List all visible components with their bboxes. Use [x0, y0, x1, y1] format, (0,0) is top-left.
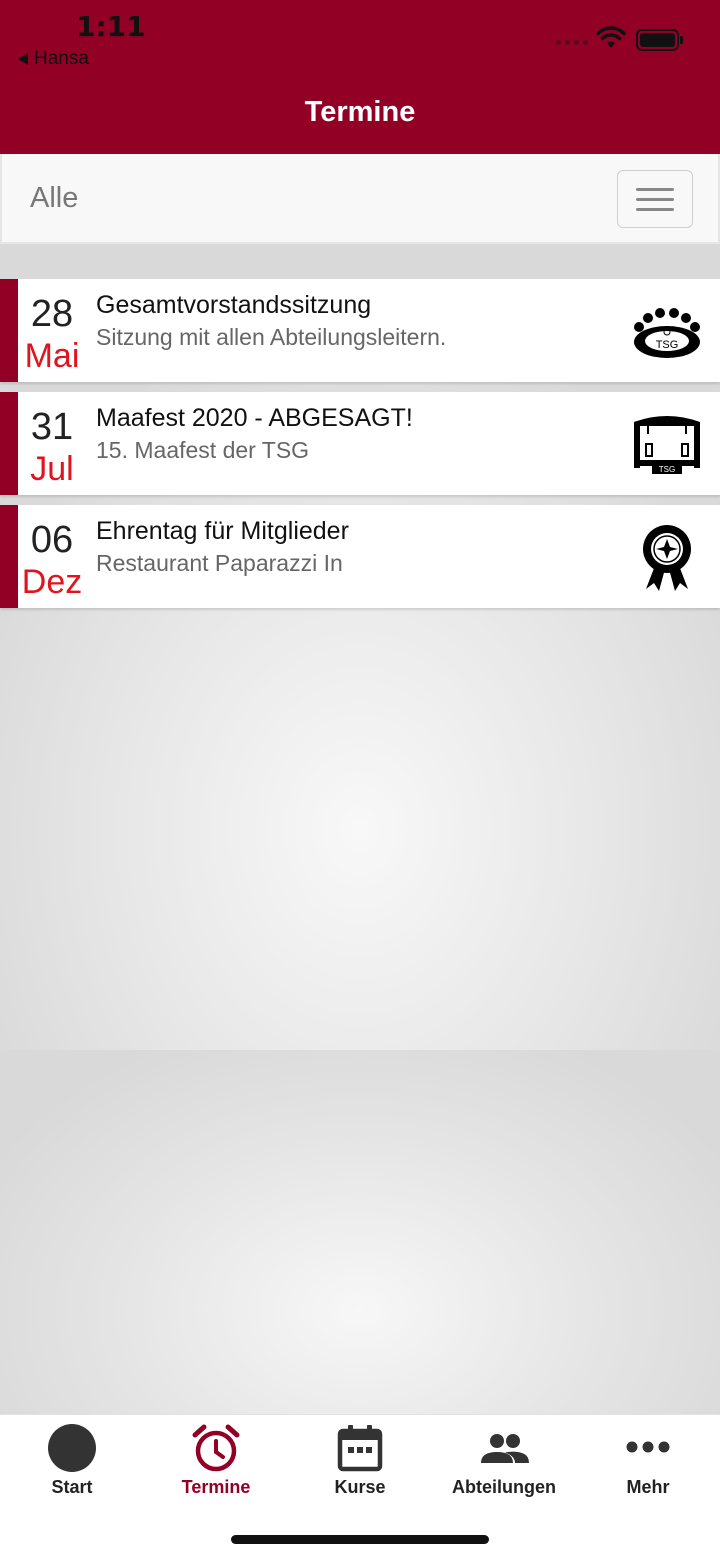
- event-month: Jul: [30, 450, 74, 488]
- event-month: Mai: [24, 337, 80, 375]
- header: 1:11 Hansa Termine: [0, 0, 720, 154]
- event-title: Gesamtvorstandssitzung: [96, 291, 372, 319]
- tsg-meeting-icon: TSG: [634, 308, 700, 358]
- back-app-label: Hansa: [34, 48, 89, 69]
- status-time: 1:11: [76, 10, 146, 43]
- people-icon: [481, 1434, 529, 1463]
- tab-mehr[interactable]: Mehr: [576, 1415, 720, 1515]
- tab-abteilungen[interactable]: Abteilungen: [432, 1415, 576, 1515]
- tab-label: Termine: [181, 1477, 251, 1497]
- battery-icon: [636, 29, 683, 51]
- award-rosette-icon: [643, 525, 691, 591]
- back-arrow-icon: [18, 53, 28, 65]
- calendar-icon: [337, 1425, 383, 1472]
- event-list: 28 Mai Gesamtvorstandssitzung Sitzung mi…: [0, 279, 720, 618]
- event-day: 28: [30, 293, 74, 335]
- home-indicator: [231, 1535, 489, 1544]
- tab-label: Mehr: [626, 1477, 670, 1497]
- tab-label: Start: [51, 1477, 93, 1497]
- event-item[interactable]: 06 Dez Ehrentag für Mitglieder Restauran…: [0, 505, 720, 608]
- more-dots-icon: [626, 1441, 670, 1453]
- back-to-app-link[interactable]: Hansa: [18, 48, 89, 70]
- menu-button[interactable]: [617, 170, 693, 228]
- event-day: 06: [30, 519, 74, 561]
- signal-icon: [556, 40, 588, 45]
- event-month: Dez: [21, 563, 83, 601]
- filter-bar: Alle: [0, 154, 720, 244]
- tab-termine[interactable]: Termine: [144, 1415, 288, 1515]
- wifi-icon: [596, 26, 626, 48]
- event-day: 31: [30, 406, 74, 448]
- filter-label: Alle: [30, 182, 79, 214]
- event-title: Maafest 2020 - ABGESAGT!: [96, 404, 413, 432]
- alarm-clock-icon: [192, 1424, 240, 1472]
- event-item[interactable]: 31 Jul Maafest 2020 - ABGESAGT! 15. Maaf…: [0, 392, 720, 495]
- event-item[interactable]: 28 Mai Gesamtvorstandssitzung Sitzung mi…: [0, 279, 720, 382]
- event-title: Ehrentag für Mitglieder: [96, 517, 349, 545]
- svg-text:TSG: TSG: [656, 339, 679, 351]
- tsg-stage-icon: TSG: [634, 416, 700, 474]
- page-title: Termine: [304, 96, 416, 128]
- tab-start[interactable]: Start: [0, 1415, 144, 1515]
- circle-icon: [48, 1424, 96, 1472]
- event-subtitle: Restaurant Paparazzi In: [96, 550, 343, 576]
- tab-kurse[interactable]: Kurse: [288, 1415, 432, 1515]
- tab-label: Kurse: [334, 1477, 386, 1497]
- event-subtitle: 15. Maafest der TSG: [96, 437, 310, 463]
- svg-text:TSG: TSG: [659, 465, 675, 474]
- tab-label: Abteilungen: [452, 1477, 556, 1497]
- background-lower: [0, 1050, 720, 1414]
- event-subtitle: Sitzung mit allen Abteilungsleitern.: [96, 324, 447, 350]
